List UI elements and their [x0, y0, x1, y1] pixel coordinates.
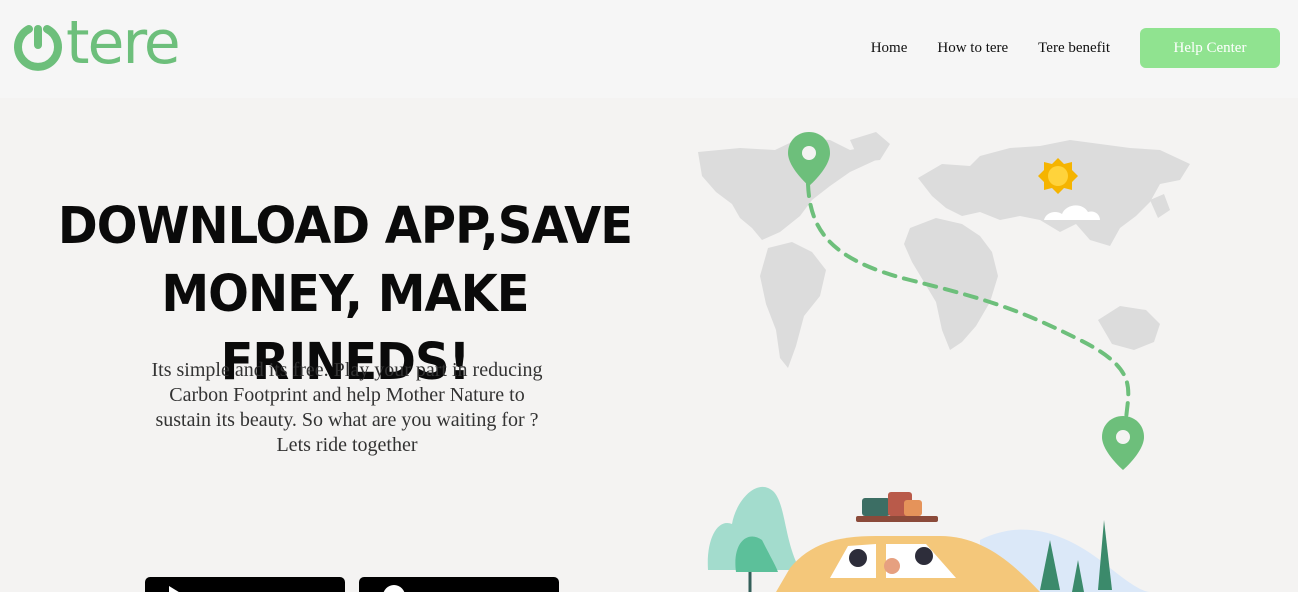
app-store-button[interactable]: [359, 577, 559, 592]
nav-tere-benefit[interactable]: Tere benefit: [1038, 40, 1110, 57]
google-play-button[interactable]: [145, 577, 345, 592]
logo[interactable]: tere: [12, 8, 181, 78]
nav-how-to-tere[interactable]: How to tere: [937, 40, 1008, 57]
main-nav: Home How to tere Tere benefit Help Cente…: [871, 28, 1280, 68]
power-icon: [14, 25, 62, 71]
play-store-icon: [169, 586, 179, 592]
headline-line-1: DOWNLOAD APP,SAVE: [57, 196, 633, 256]
nav-home[interactable]: Home: [871, 40, 908, 57]
apple-icon: [383, 585, 405, 592]
logo-text: tere: [66, 8, 181, 78]
sun-icon: [1038, 158, 1078, 194]
location-pin-icon: [1102, 416, 1144, 470]
hero-description: Its simple and its free. Play your part …: [151, 359, 543, 456]
help-center-button[interactable]: Help Center: [1140, 28, 1280, 68]
world-map: [698, 132, 1190, 368]
header: tere Home How to tere Tere benefit Help …: [0, 0, 1298, 98]
travel-illustration: [698, 132, 1190, 592]
